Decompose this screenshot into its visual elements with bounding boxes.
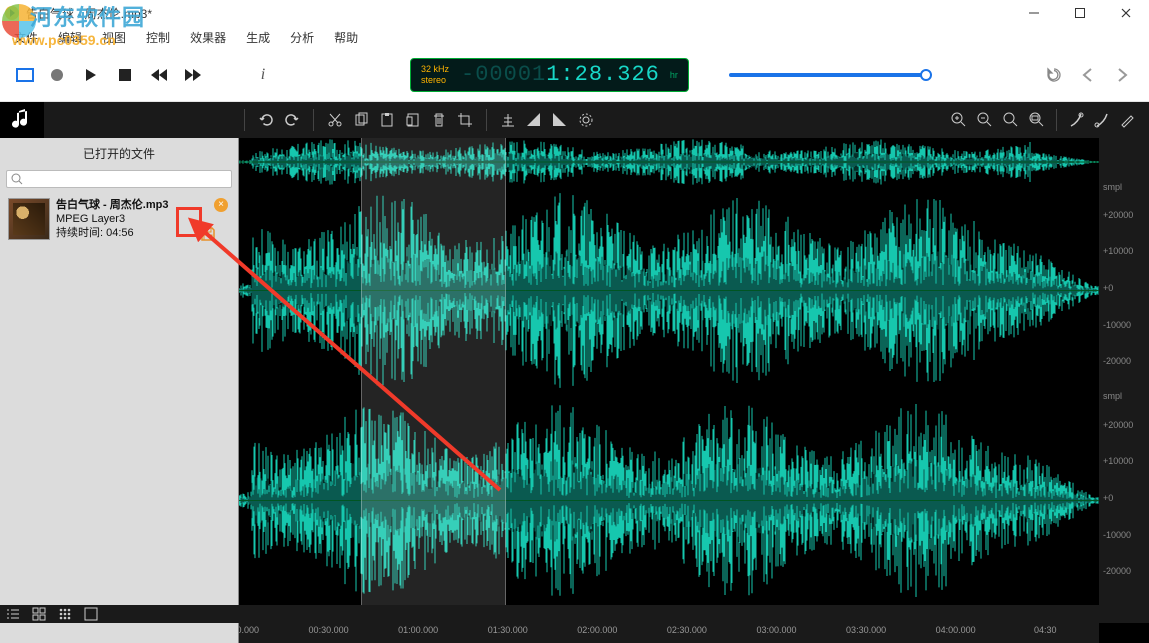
time-unit: hr <box>670 70 678 80</box>
ruler-label: 01:00.000 <box>398 625 438 635</box>
minimize-button[interactable] <box>1011 0 1057 26</box>
ruler-label: 03:30.000 <box>846 625 886 635</box>
ruler-label: 03:00.000 <box>756 625 796 635</box>
fade-in-icon[interactable] <box>523 109 545 131</box>
menu-generate[interactable]: 生成 <box>236 27 280 48</box>
record-button[interactable] <box>46 64 68 86</box>
zoom-in-icon[interactable] <box>948 109 970 131</box>
loop-button[interactable] <box>16 68 34 82</box>
history-icon[interactable] <box>1043 64 1065 86</box>
window-controls <box>1011 0 1149 26</box>
file-save-icon[interactable] <box>198 224 218 244</box>
normalize-icon[interactable] <box>497 109 519 131</box>
sidebar-header: 已打开的文件 <box>0 138 238 168</box>
paste-mix-icon[interactable] <box>402 109 424 131</box>
file-format: MPEG Layer3 <box>56 212 168 226</box>
file-thumbnail <box>8 198 50 240</box>
time-current: 1:28.326 <box>546 62 660 87</box>
rewind-button[interactable] <box>148 64 170 86</box>
selection-region[interactable] <box>361 138 506 619</box>
amplitude-scale: smpl +20000 +10000 +0 -10000 -20000 smpl… <box>1099 138 1149 619</box>
menu-analyze[interactable]: 分析 <box>280 27 324 48</box>
time-negative: -00001 <box>461 62 546 87</box>
forward-arrow-icon[interactable] <box>1111 64 1133 86</box>
zoom-fit-icon[interactable] <box>1026 109 1048 131</box>
undo-icon[interactable] <box>255 109 277 131</box>
editor-toolbar <box>0 102 1149 138</box>
fade-out-icon[interactable] <box>549 109 571 131</box>
note-tab[interactable] <box>0 102 44 138</box>
waveform-pane[interactable]: smpl +20000 +10000 +0 -10000 -20000 smpl… <box>239 138 1149 643</box>
file-item[interactable]: 告白气球 - 周杰伦.mp3 MPEG Layer3 持续时间: 04:56 × <box>4 194 234 244</box>
info-button[interactable]: i <box>252 64 274 86</box>
ruler-label: 01:30.000 <box>488 625 528 635</box>
stop-button[interactable] <box>114 64 136 86</box>
close-button[interactable] <box>1103 0 1149 26</box>
wave-area[interactable] <box>239 138 1099 619</box>
zoom-out-icon[interactable] <box>974 109 996 131</box>
cut-icon[interactable] <box>324 109 346 131</box>
scale-unit-2: smpl <box>1103 391 1122 401</box>
main-area: 已打开的文件 告白气球 - 周杰伦.mp3 MPEG Layer3 持续时间: … <box>0 138 1149 643</box>
delete-icon[interactable] <box>428 109 450 131</box>
sidebar-search[interactable] <box>6 170 232 188</box>
gear-effect-icon[interactable] <box>575 109 597 131</box>
menu-file[interactable]: 文件 <box>4 27 48 48</box>
redo-icon[interactable] <box>281 109 303 131</box>
menu-edit[interactable]: 编辑 <box>48 27 92 48</box>
menu-control[interactable]: 控制 <box>136 27 180 48</box>
ruler-label: 04:00.000 <box>936 625 976 635</box>
time-display: 32 kHz stereo -00001 1:28.326 hr <box>410 58 689 92</box>
scale-unit: smpl <box>1103 182 1122 192</box>
menu-help[interactable]: 帮助 <box>324 27 368 48</box>
menu-view[interactable]: 视图 <box>92 27 136 48</box>
back-arrow-icon[interactable] <box>1077 64 1099 86</box>
ruler-label: 02:00.000 <box>577 625 617 635</box>
title-bar: 告白气球 - 周杰伦.mp3* <box>0 0 1149 26</box>
menu-bar: 文件 编辑 视图 控制 效果器 生成 分析 帮助 <box>0 26 1149 48</box>
zoom-sel-icon[interactable] <box>1000 109 1022 131</box>
crop-icon[interactable] <box>454 109 476 131</box>
search-icon <box>11 173 23 185</box>
tool-draw-icon[interactable] <box>1117 109 1139 131</box>
file-info: 告白气球 - 周杰伦.mp3 MPEG Layer3 持续时间: 04:56 <box>56 198 168 240</box>
status-dots-icon[interactable] <box>58 607 72 621</box>
file-close-icon[interactable]: × <box>214 198 228 212</box>
ruler-label: 04:30 <box>1034 625 1057 635</box>
forward-button[interactable] <box>182 64 204 86</box>
status-list-icon[interactable] <box>6 607 20 621</box>
window-title: 告白气球 - 周杰伦.mp3* <box>26 5 152 22</box>
sidebar: 已打开的文件 告白气球 - 周杰伦.mp3 MPEG Layer3 持续时间: … <box>0 138 239 643</box>
maximize-button[interactable] <box>1057 0 1103 26</box>
copy-icon[interactable] <box>350 109 372 131</box>
status-grid-icon[interactable] <box>32 607 46 621</box>
tool-pen-icon[interactable] <box>1091 109 1113 131</box>
ruler-label: 02:30.000 <box>667 625 707 635</box>
file-name: 告白气球 - 周杰伦.mp3 <box>56 198 168 212</box>
play-button[interactable] <box>80 64 102 86</box>
paste-icon[interactable] <box>376 109 398 131</box>
file-duration: 持续时间: 04:56 <box>56 226 168 240</box>
ruler-label: 00:30.000 <box>309 625 349 635</box>
status-expand-icon[interactable] <box>84 607 98 621</box>
playback-slider[interactable] <box>729 73 949 77</box>
channels-label: stereo <box>421 75 449 86</box>
tool-select-icon[interactable] <box>1065 109 1087 131</box>
status-bar <box>0 605 1149 623</box>
ruler-label: 00:00.000 <box>239 625 259 635</box>
app-icon <box>4 5 20 21</box>
transport-toolbar: i 32 kHz stereo -00001 1:28.326 hr <box>0 48 1149 102</box>
sample-rate-label: 32 kHz <box>421 64 449 75</box>
menu-effects[interactable]: 效果器 <box>180 27 236 48</box>
